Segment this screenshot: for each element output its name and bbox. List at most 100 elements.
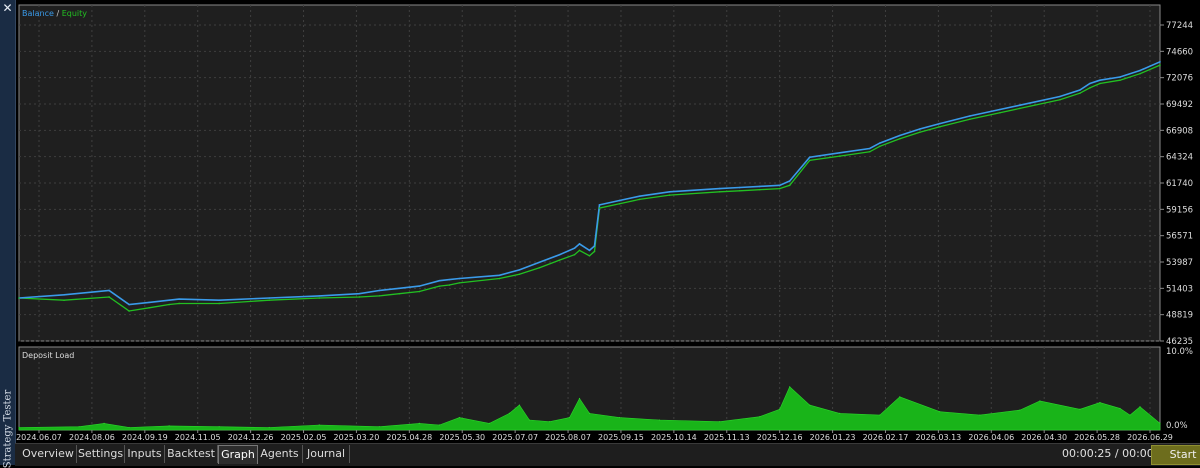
x-tick-label: 2024.06.07: [16, 433, 62, 442]
x-tick-label: 2024.08.06: [69, 433, 115, 442]
balance-point: [218, 299, 220, 302]
equity-point: [758, 188, 761, 191]
deposit-load-point: [518, 404, 521, 406]
tab-inputs[interactable]: Inputs: [125, 445, 165, 463]
deposit-load-point: [879, 414, 881, 416]
deposit-load-point: [1139, 406, 1141, 408]
tab-overview[interactable]: Overview: [20, 445, 77, 463]
legend-equity: Equity: [62, 9, 88, 18]
equity-point: [218, 302, 220, 305]
balance-point: [969, 115, 971, 117]
deposit-load-point: [378, 426, 380, 428]
x-tick-label: 2025.05.30: [439, 433, 485, 442]
balance-point: [268, 297, 271, 299]
x-tick-label: 2025.11.13: [704, 433, 750, 442]
equity-point: [168, 303, 170, 306]
deposit-load-point: [103, 422, 105, 424]
tester-tab-bar: Overview Settings Inputs Backtest Graph …: [15, 443, 1200, 466]
y-tick-label: 72076: [1166, 74, 1193, 84]
deposit-load-point: [789, 386, 791, 388]
equity-point: [1089, 87, 1091, 89]
balance-point: [128, 303, 130, 306]
tab-agents[interactable]: Agents: [257, 445, 303, 463]
deposit-load-point: [578, 397, 581, 400]
tab-backtest[interactable]: Backtest: [165, 445, 218, 463]
equity-point: [898, 137, 901, 140]
tab-settings[interactable]: Settings: [77, 445, 125, 463]
deposit-load-point: [1039, 400, 1041, 402]
deposit-load-point: [568, 416, 571, 419]
balance-point: [498, 274, 501, 277]
deposit-load-point: [458, 416, 460, 419]
balance-point: [1079, 89, 1081, 91]
equity-point: [558, 259, 561, 261]
equity-point: [838, 155, 841, 157]
deposit-load-point: [218, 426, 220, 428]
balance-point: [573, 247, 576, 249]
balance-point: [878, 142, 881, 144]
balance-point: [788, 180, 791, 182]
y-tick-label: 0.0%: [1166, 421, 1188, 431]
x-tick-label: 2024.12.26: [228, 433, 274, 442]
balance-point: [939, 122, 941, 125]
equity-point: [718, 191, 721, 193]
y-tick-label: 74660: [1166, 47, 1193, 57]
deposit-load-point: [759, 416, 761, 418]
deposit-load-point: [318, 424, 320, 426]
balance-point: [438, 279, 441, 282]
deposit-load-point: [418, 422, 420, 424]
equity-point: [63, 299, 65, 302]
x-tick-label: 2025.09.15: [598, 433, 644, 442]
x-tick-label: 2025.08.07: [545, 433, 591, 442]
tab-journal[interactable]: Journal: [303, 445, 350, 463]
equity-point: [1019, 107, 1021, 110]
x-tick-label: 2025.10.14: [651, 433, 697, 442]
balance-point: [1159, 61, 1161, 63]
balance-point: [418, 285, 421, 287]
panel-title-text: Strategy Tester: [2, 389, 13, 468]
balance-point: [738, 186, 741, 189]
deposit-load-point: [18, 426, 20, 429]
y-tick-label: 53987: [1166, 258, 1193, 268]
balance-point: [458, 277, 461, 280]
y-tick-label: 59156: [1166, 205, 1193, 215]
equity-point: [969, 118, 971, 121]
balance-point: [668, 191, 671, 193]
deposit-load-point: [719, 421, 721, 423]
balance-point: [1139, 69, 1141, 72]
equity-point: [268, 299, 271, 302]
equity-point: [939, 126, 941, 128]
deposit-load-point: [168, 425, 170, 427]
start-button[interactable]: Start: [1151, 445, 1200, 465]
x-tick-label: 2025.12.16: [757, 433, 803, 442]
balance-point: [1099, 79, 1101, 82]
tab-graph[interactable]: Graph: [218, 445, 258, 464]
equity-point: [788, 184, 791, 187]
equity-point: [999, 111, 1001, 114]
equity-point: [1079, 92, 1081, 95]
balance-point: [538, 261, 541, 264]
equity-point: [318, 297, 321, 299]
equity-point: [808, 159, 811, 162]
y-tick-label: 46235: [1166, 337, 1193, 347]
equity-point: [1059, 98, 1061, 101]
deposit-load-point: [1159, 422, 1161, 424]
balance-point: [318, 295, 321, 297]
equity-point: [378, 295, 381, 297]
x-tick-label: 2024.09.19: [122, 433, 168, 442]
balance-point: [1119, 76, 1121, 78]
y-tick-label: 51403: [1166, 284, 1193, 294]
equity-point: [448, 284, 451, 286]
equity-point: [668, 194, 671, 196]
deposit-load-point: [78, 426, 80, 428]
deposit-load-point: [779, 408, 781, 410]
close-icon[interactable]: ✕: [1, 1, 14, 15]
x-tick-label: 2026.04.30: [1021, 433, 1067, 442]
legend-separator: /: [54, 9, 62, 18]
balance-point: [808, 156, 811, 158]
deposit-load-point: [618, 416, 621, 419]
equity-point: [1139, 72, 1141, 75]
balance-point: [598, 204, 601, 206]
deposit-load-point: [268, 426, 270, 429]
balance-point: [593, 245, 596, 247]
